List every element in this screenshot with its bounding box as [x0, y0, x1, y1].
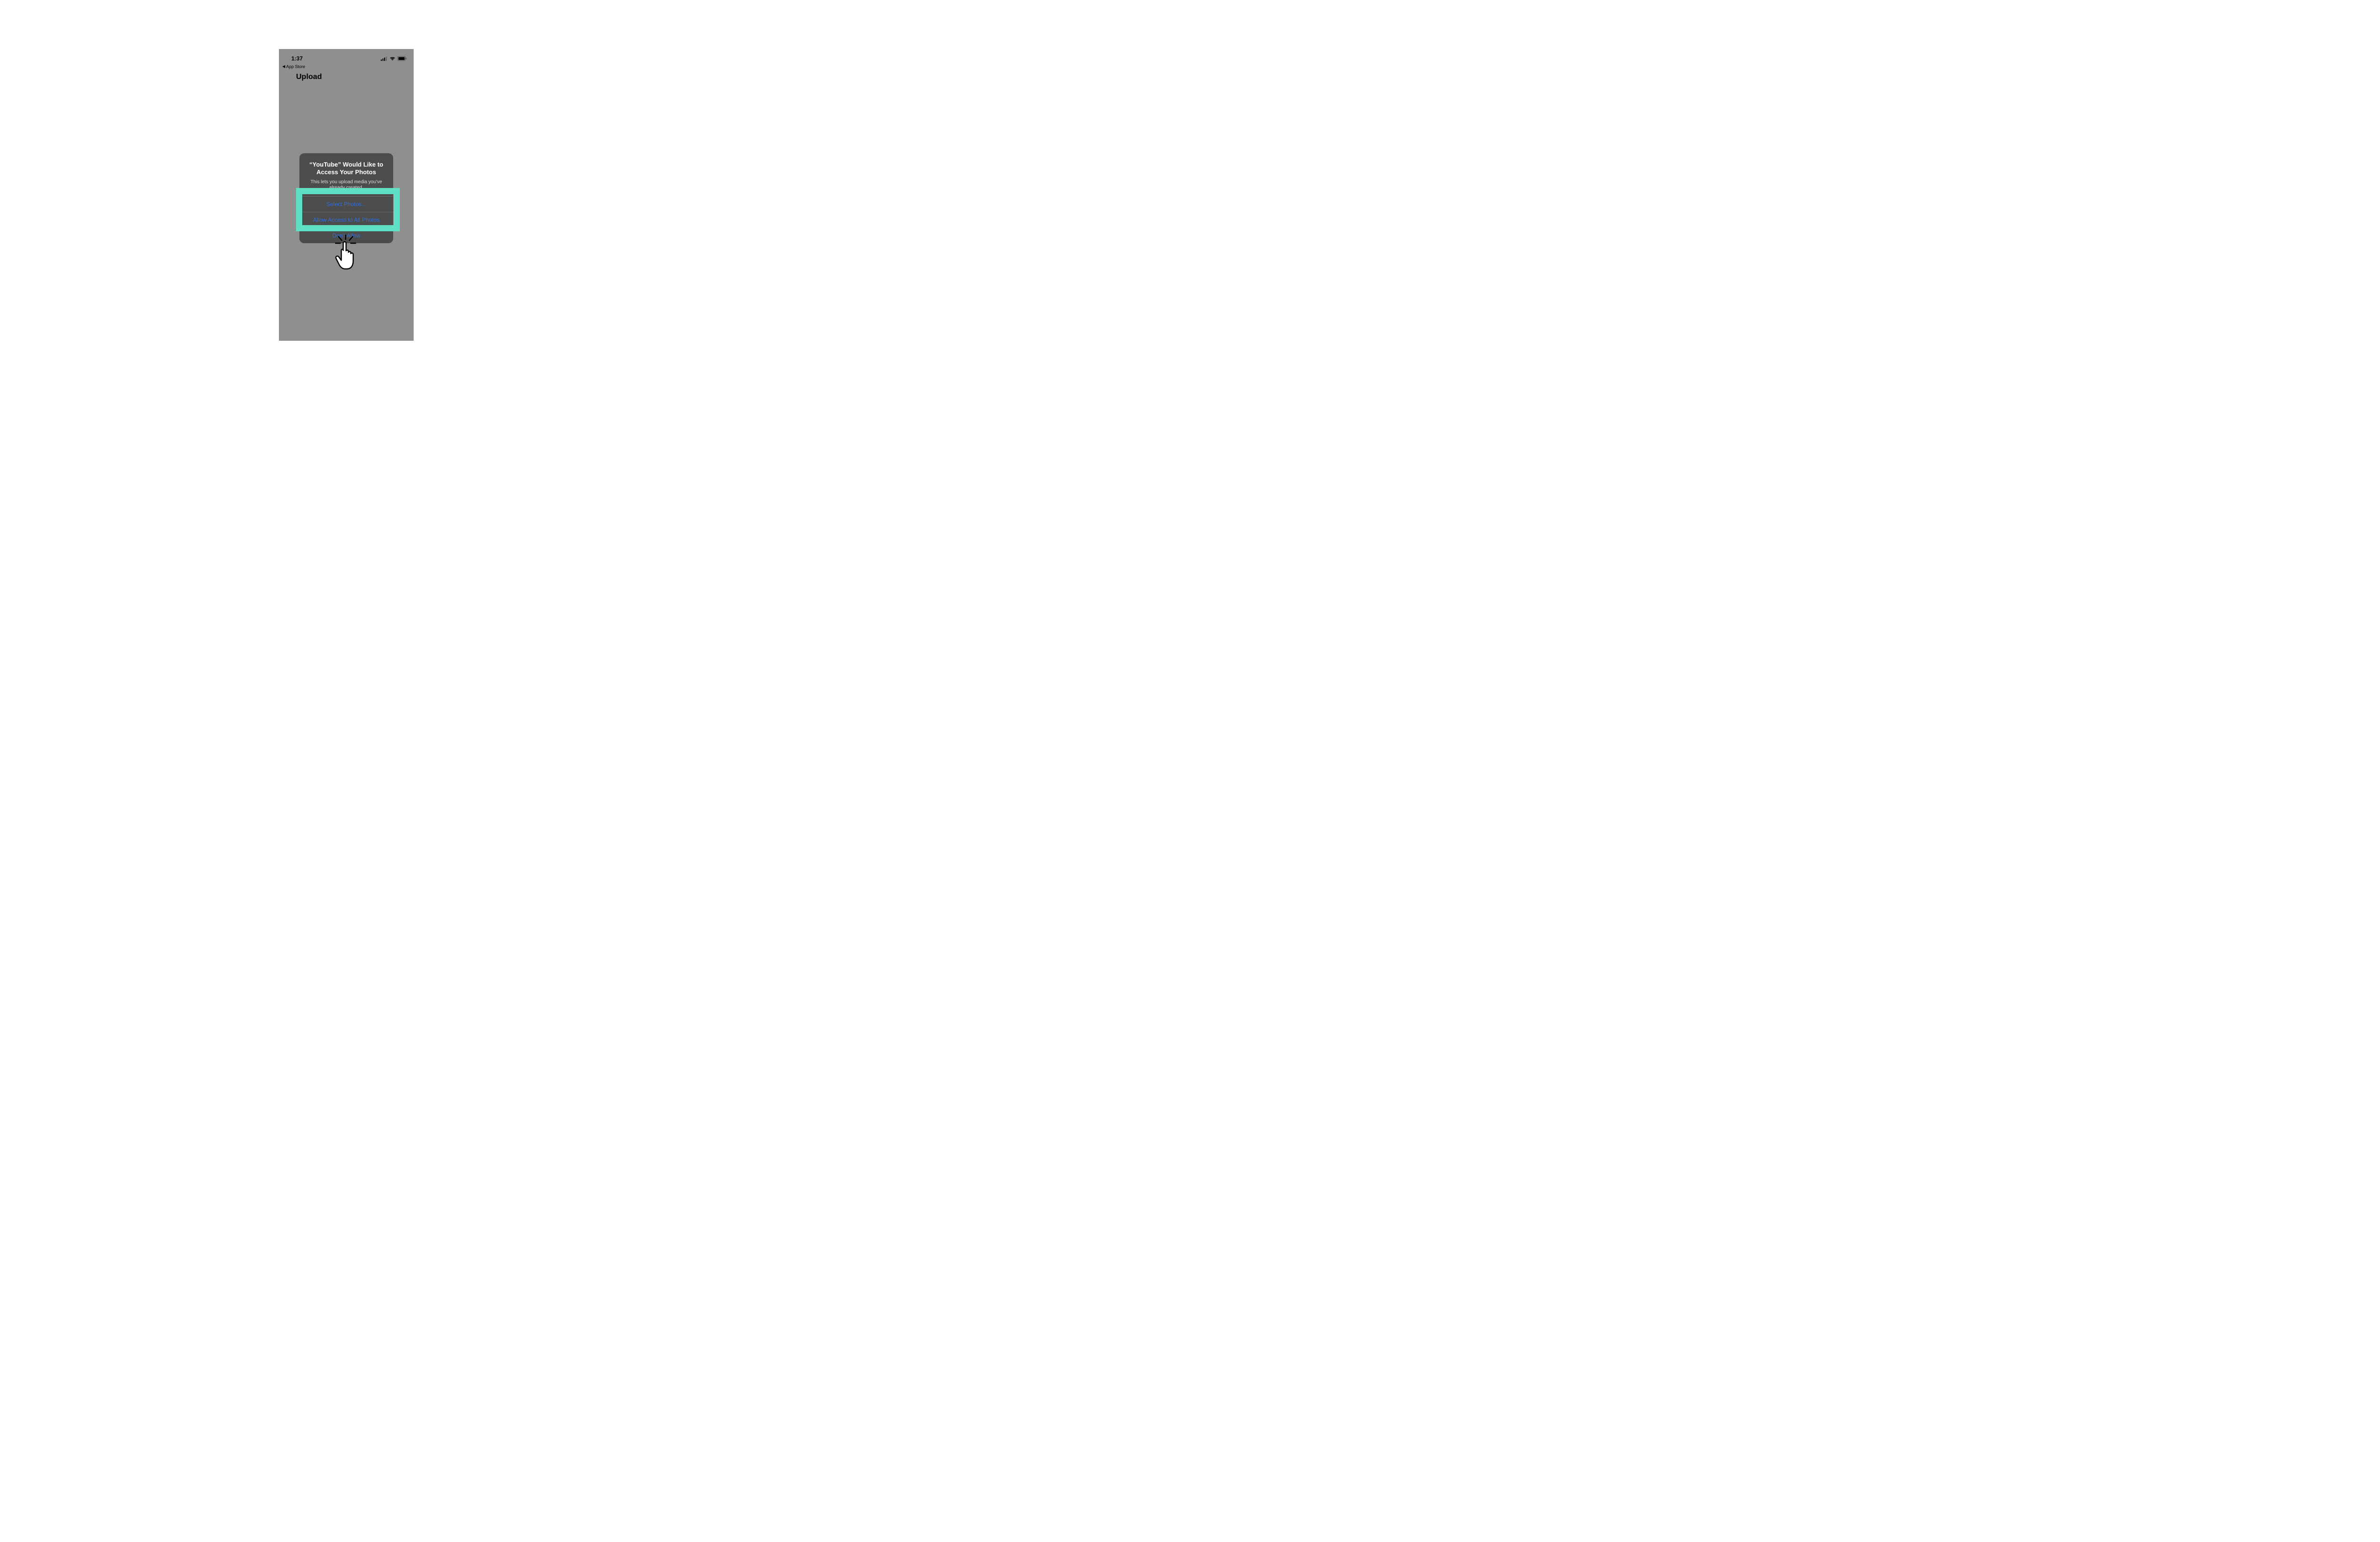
- status-bar: 1:37: [279, 49, 414, 63]
- permission-alert: “YouTube” Would Like to Access Your Phot…: [299, 153, 393, 243]
- allow-all-photos-button[interactable]: Allow Access to All Photos: [299, 212, 393, 227]
- status-time: 1:37: [291, 55, 303, 62]
- alert-message: This lets you upload media you've alread…: [305, 179, 387, 191]
- phone-screen: 1:37: [279, 49, 414, 341]
- status-icons: [381, 56, 407, 61]
- back-label: App Store: [286, 64, 305, 69]
- battery-icon: [397, 56, 407, 61]
- cellular-icon: [381, 57, 387, 61]
- back-breadcrumb[interactable]: ◀ App Store: [279, 63, 414, 69]
- select-photos-button[interactable]: Select Photos...: [299, 196, 393, 212]
- alert-title: “YouTube” Would Like to Access Your Phot…: [305, 161, 387, 177]
- alert-body: “YouTube” Would Like to Access Your Phot…: [299, 153, 393, 196]
- back-chevron-icon: ◀: [282, 65, 285, 69]
- dont-allow-button[interactable]: Don't Allow: [299, 227, 393, 243]
- wifi-icon: [389, 56, 396, 61]
- page-title: Upload: [279, 69, 414, 81]
